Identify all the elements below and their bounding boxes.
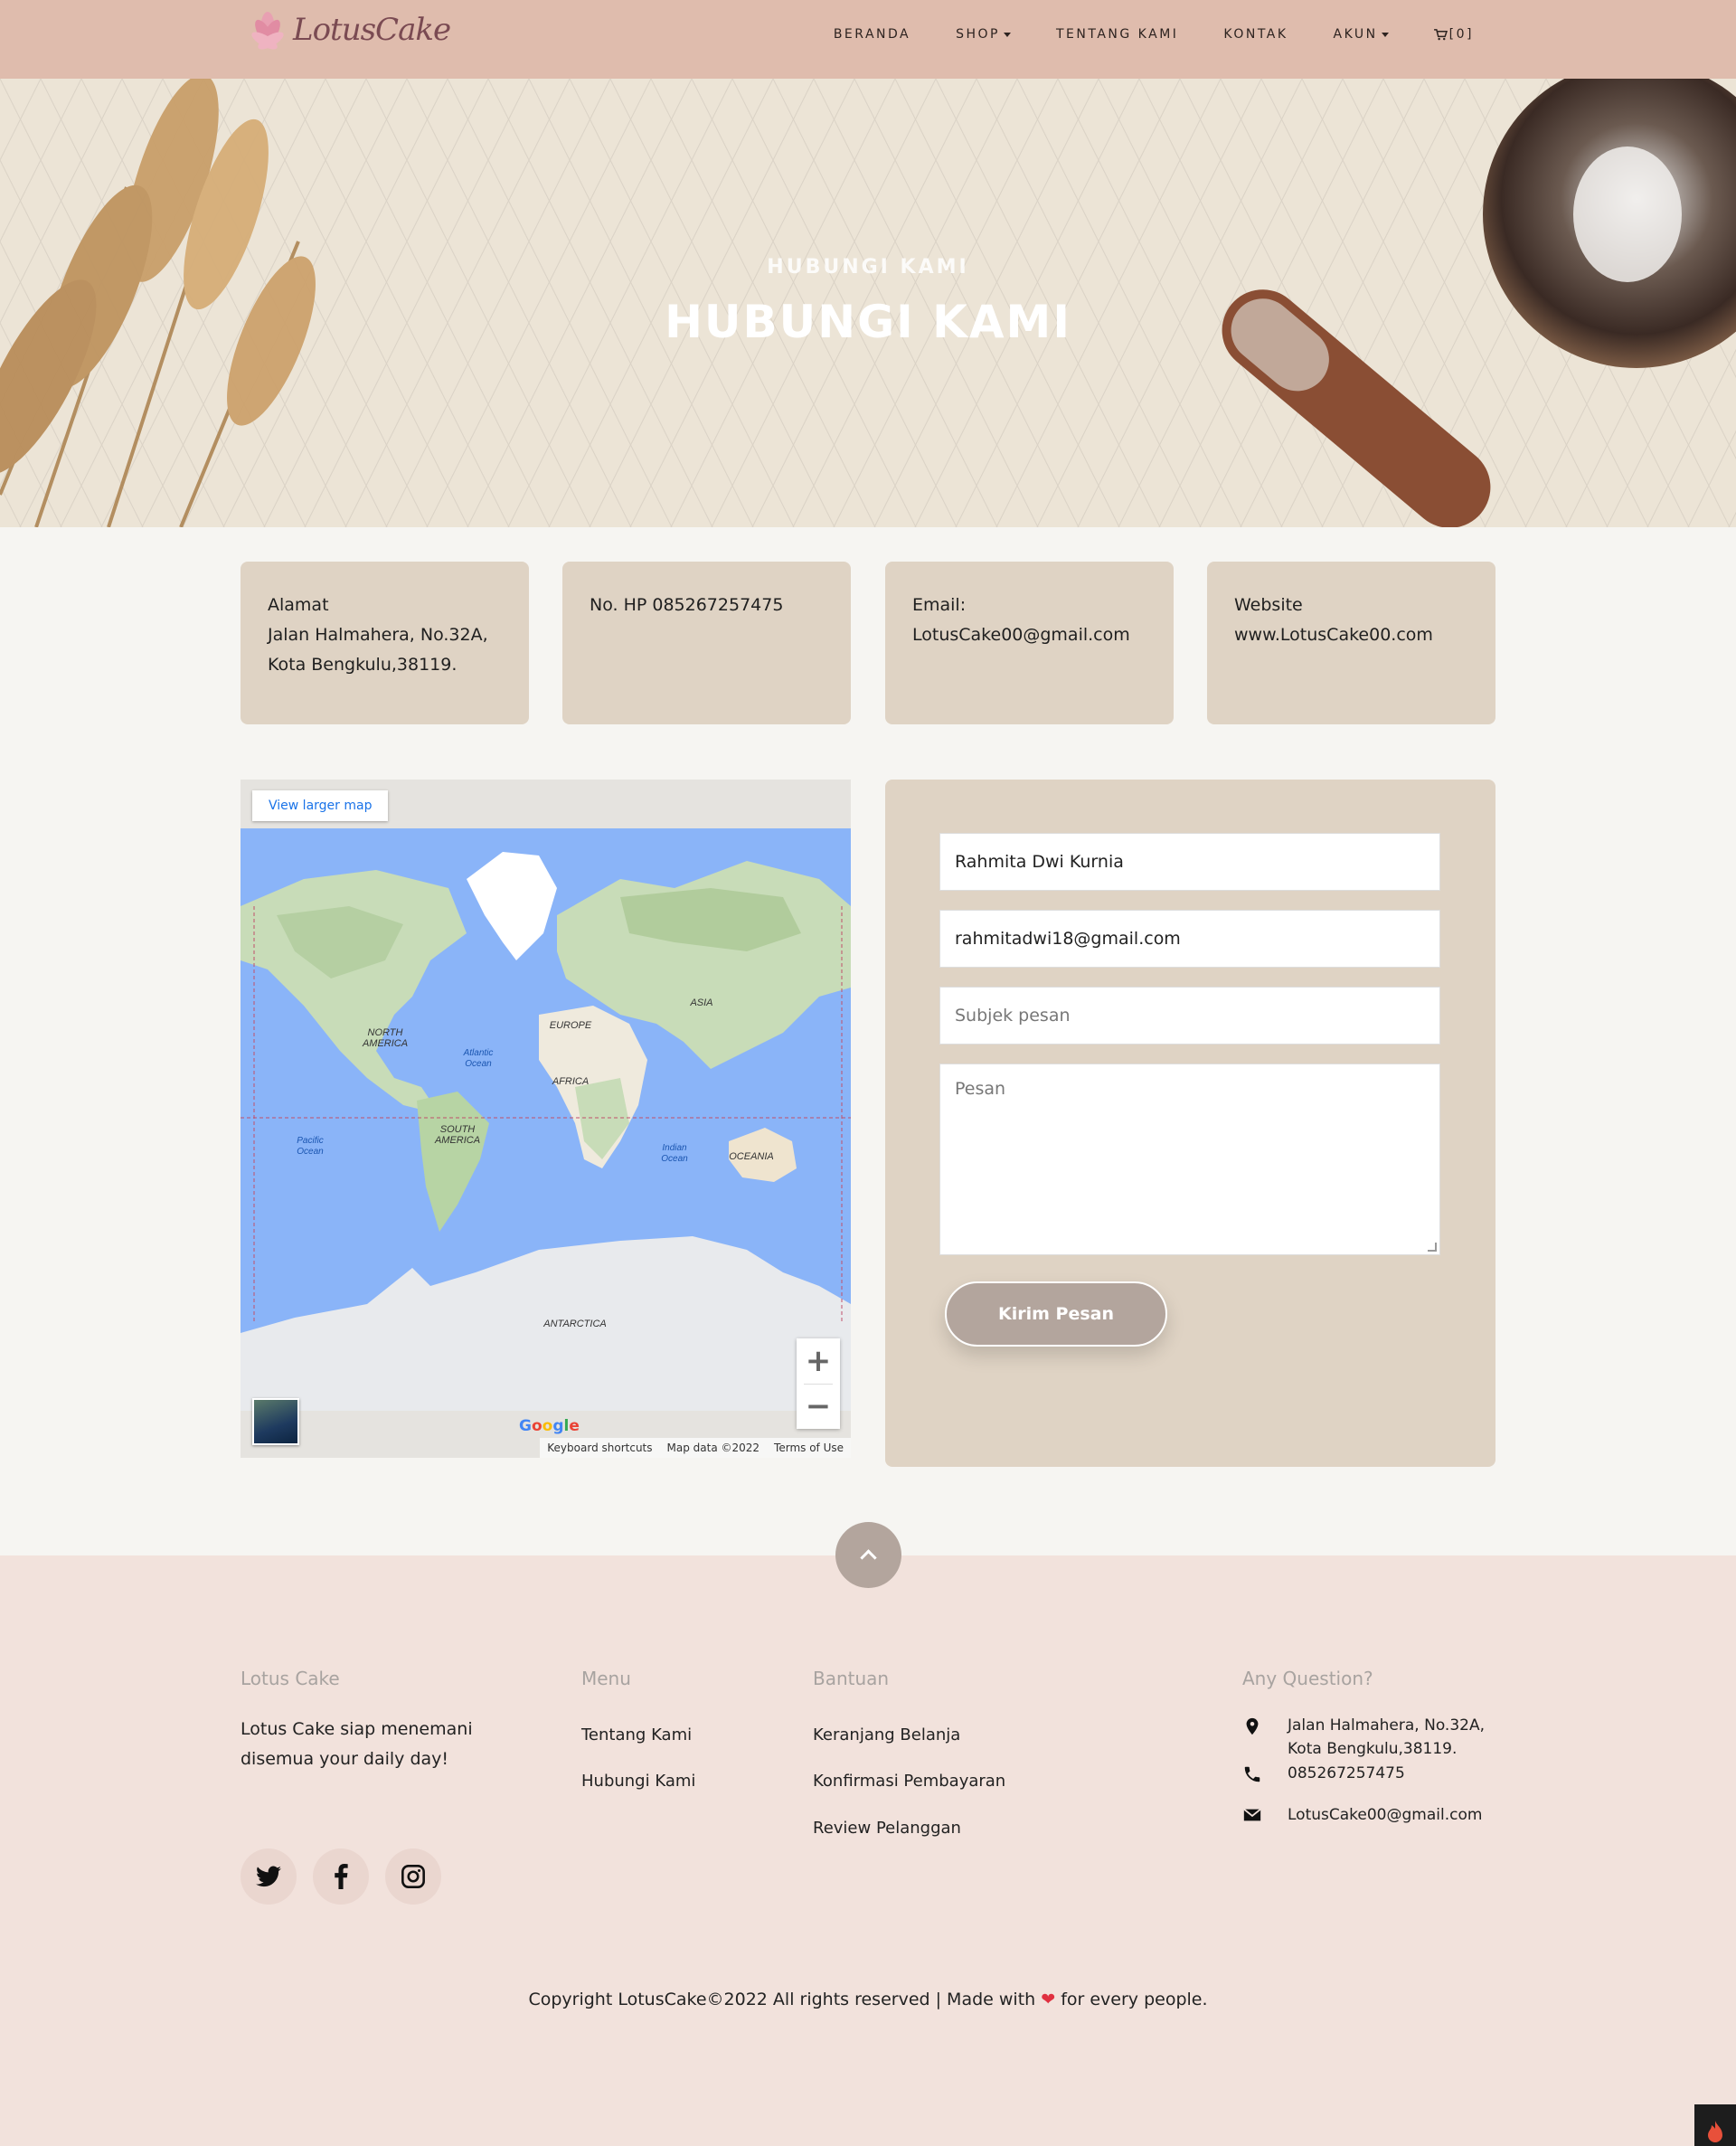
footer-link-tentang[interactable]: Tentang Kami <box>581 1725 692 1744</box>
nav-item-label: KONTAK <box>1223 27 1288 42</box>
zoom-out-button[interactable]: − <box>797 1384 840 1429</box>
nav-item-kontak[interactable]: KONTAK <box>1223 27 1288 42</box>
keyboard-shortcuts-link[interactable]: Keyboard shortcuts <box>547 1442 652 1454</box>
view-larger-map-link[interactable]: View larger map <box>252 790 389 821</box>
email-input[interactable]: rahmitadwi18@gmail.com <box>939 910 1440 968</box>
instagram-icon <box>401 1865 425 1888</box>
devtools-flame-icon[interactable] <box>1694 2104 1736 2146</box>
caret-down-icon <box>1381 32 1389 37</box>
map-footer: Keyboard shortcuts Map data ©2022 Terms … <box>540 1438 851 1458</box>
google-logo: Google <box>519 1417 580 1435</box>
hero-banner: HUBUNGI KAMI HUBUNGI KAMI <box>0 79 1736 527</box>
tagline-line: Lotus Cake siap menemani <box>241 1719 473 1739</box>
card-line: Kota Bengkulu,38119. <box>268 655 458 675</box>
footer-link-keranjang[interactable]: Keranjang Belanja <box>813 1725 960 1744</box>
hero-title: HUBUNGI KAMI <box>665 296 1071 348</box>
message-placeholder: Pesan <box>955 1079 1006 1099</box>
hero-subtitle: HUBUNGI KAMI <box>767 256 969 279</box>
facebook-icon <box>335 1864 348 1889</box>
resize-handle-icon[interactable] <box>1428 1243 1437 1252</box>
world-map[interactable] <box>241 780 851 1458</box>
twitter-button[interactable] <box>241 1848 297 1905</box>
address-line: Kota Bengkulu,38119. <box>1288 1740 1458 1758</box>
footer-address: Jalan Halmahera, No.32A, Kota Bengkulu,3… <box>1288 1714 1485 1761</box>
nav-item-akun[interactable]: AKUN <box>1334 27 1389 42</box>
satellite-toggle[interactable] <box>252 1398 299 1445</box>
cart-button[interactable]: [0] <box>1433 27 1474 42</box>
facebook-button[interactable] <box>313 1848 369 1905</box>
zoom-in-button[interactable]: + <box>797 1338 840 1384</box>
brand-logo[interactable]: LotusCake <box>242 0 451 60</box>
footer-link-review[interactable]: Review Pelanggan <box>813 1819 961 1838</box>
name-input[interactable]: Rahmita Dwi Kurnia <box>939 833 1440 891</box>
map-pin-icon <box>1246 1717 1259 1735</box>
google-map[interactable]: View larger map NORTH AMERICA EUROPE ASIA AF… <box>241 780 851 1458</box>
card-line: Alamat <box>268 595 329 615</box>
footer-link-hubungi[interactable]: Hubungi Kami <box>581 1772 695 1791</box>
lotus-icon <box>242 3 293 57</box>
phone-card: No. HP 085267257475 <box>562 562 851 724</box>
nav-item-beranda[interactable]: BERANDA <box>834 27 910 42</box>
chevron-up-icon <box>860 1549 877 1566</box>
twitter-icon <box>256 1866 281 1887</box>
address-line: Jalan Halmahera, No.32A, <box>1288 1716 1485 1735</box>
nav-item-label: SHOP <box>956 27 1000 42</box>
footer: Lotus Cake Lotus Cake siap menemani dise… <box>0 1555 1736 2146</box>
map-data-label: Map data ©2022 <box>666 1442 760 1454</box>
nav-item-label: BERANDA <box>833 27 911 42</box>
phone-icon <box>1244 1766 1260 1782</box>
card-line: Jalan Halmahera, No.32A, <box>268 625 488 645</box>
card-line[interactable]: www.LotusCake00.com <box>1234 620 1468 650</box>
address-card: Alamat Jalan Halmahera, No.32A, Kota Ben… <box>241 562 529 724</box>
card-line: Email: <box>912 595 967 615</box>
navbar: LotusCake BERANDA SHOP TENTANG KAMI KONTAK A… <box>0 0 1736 79</box>
footer-heading-question: Any Question? <box>1242 1668 1373 1689</box>
brand-name: LotusCake <box>293 12 451 48</box>
card-line[interactable]: LotusCake00@gmail.com <box>912 620 1146 650</box>
envelope-icon <box>1243 1808 1261 1821</box>
footer-tagline: Lotus Cake siap menemani disemua your da… <box>241 1715 473 1774</box>
footer-heading-brand: Lotus Cake <box>241 1668 340 1689</box>
back-to-top-button[interactable] <box>835 1522 901 1588</box>
tagline-line: disemua your daily day! <box>241 1749 449 1769</box>
message-textarea[interactable]: Pesan <box>939 1064 1440 1255</box>
heart-icon: ❤ <box>1041 1990 1056 2009</box>
terms-link[interactable]: Terms of Use <box>774 1442 844 1454</box>
nav-item-label: AKUN <box>1333 27 1378 42</box>
send-message-button[interactable]: Kirim Pesan <box>945 1281 1167 1347</box>
instagram-button[interactable] <box>385 1848 441 1905</box>
zoom-control: + − <box>797 1338 840 1429</box>
card-line: No. HP 085267257475 <box>590 595 784 615</box>
nav-item-shop[interactable]: SHOP <box>956 27 1011 42</box>
cart-icon <box>1433 28 1448 40</box>
cart-count: [0] <box>1448 27 1474 42</box>
email-card: Email: LotusCake00@gmail.com <box>885 562 1174 724</box>
footer-phone[interactable]: 085267257475 <box>1288 1762 1405 1785</box>
footer-heading-menu: Menu <box>581 1668 631 1689</box>
nav-item-label: TENTANG KAMI <box>1056 27 1179 42</box>
subject-input[interactable]: Subjek pesan <box>939 987 1440 1045</box>
website-card: Website www.LotusCake00.com <box>1207 562 1495 724</box>
footer-heading-bantuan: Bantuan <box>813 1668 890 1689</box>
contact-form: Rahmita Dwi Kurnia rahmitadwi18@gmail.co… <box>885 780 1495 1467</box>
footer-link-konfirmasi[interactable]: Konfirmasi Pembayaran <box>813 1772 1005 1791</box>
copyright-text-end: for every people. <box>1061 1990 1208 2009</box>
card-line: Website <box>1234 595 1303 615</box>
nav-item-tentang-kami[interactable]: TENTANG KAMI <box>1056 27 1178 42</box>
caret-down-icon <box>1004 32 1011 37</box>
copyright: Copyright LotusCake©2022 All rights rese… <box>0 1990 1736 2009</box>
copyright-text: Copyright LotusCake©2022 All rights rese… <box>528 1990 1036 2009</box>
footer-email[interactable]: LotusCake00@gmail.com <box>1288 1803 1482 1827</box>
main-nav: BERANDA SHOP TENTANG KAMI KONTAK AKUN [0] <box>834 27 1474 42</box>
